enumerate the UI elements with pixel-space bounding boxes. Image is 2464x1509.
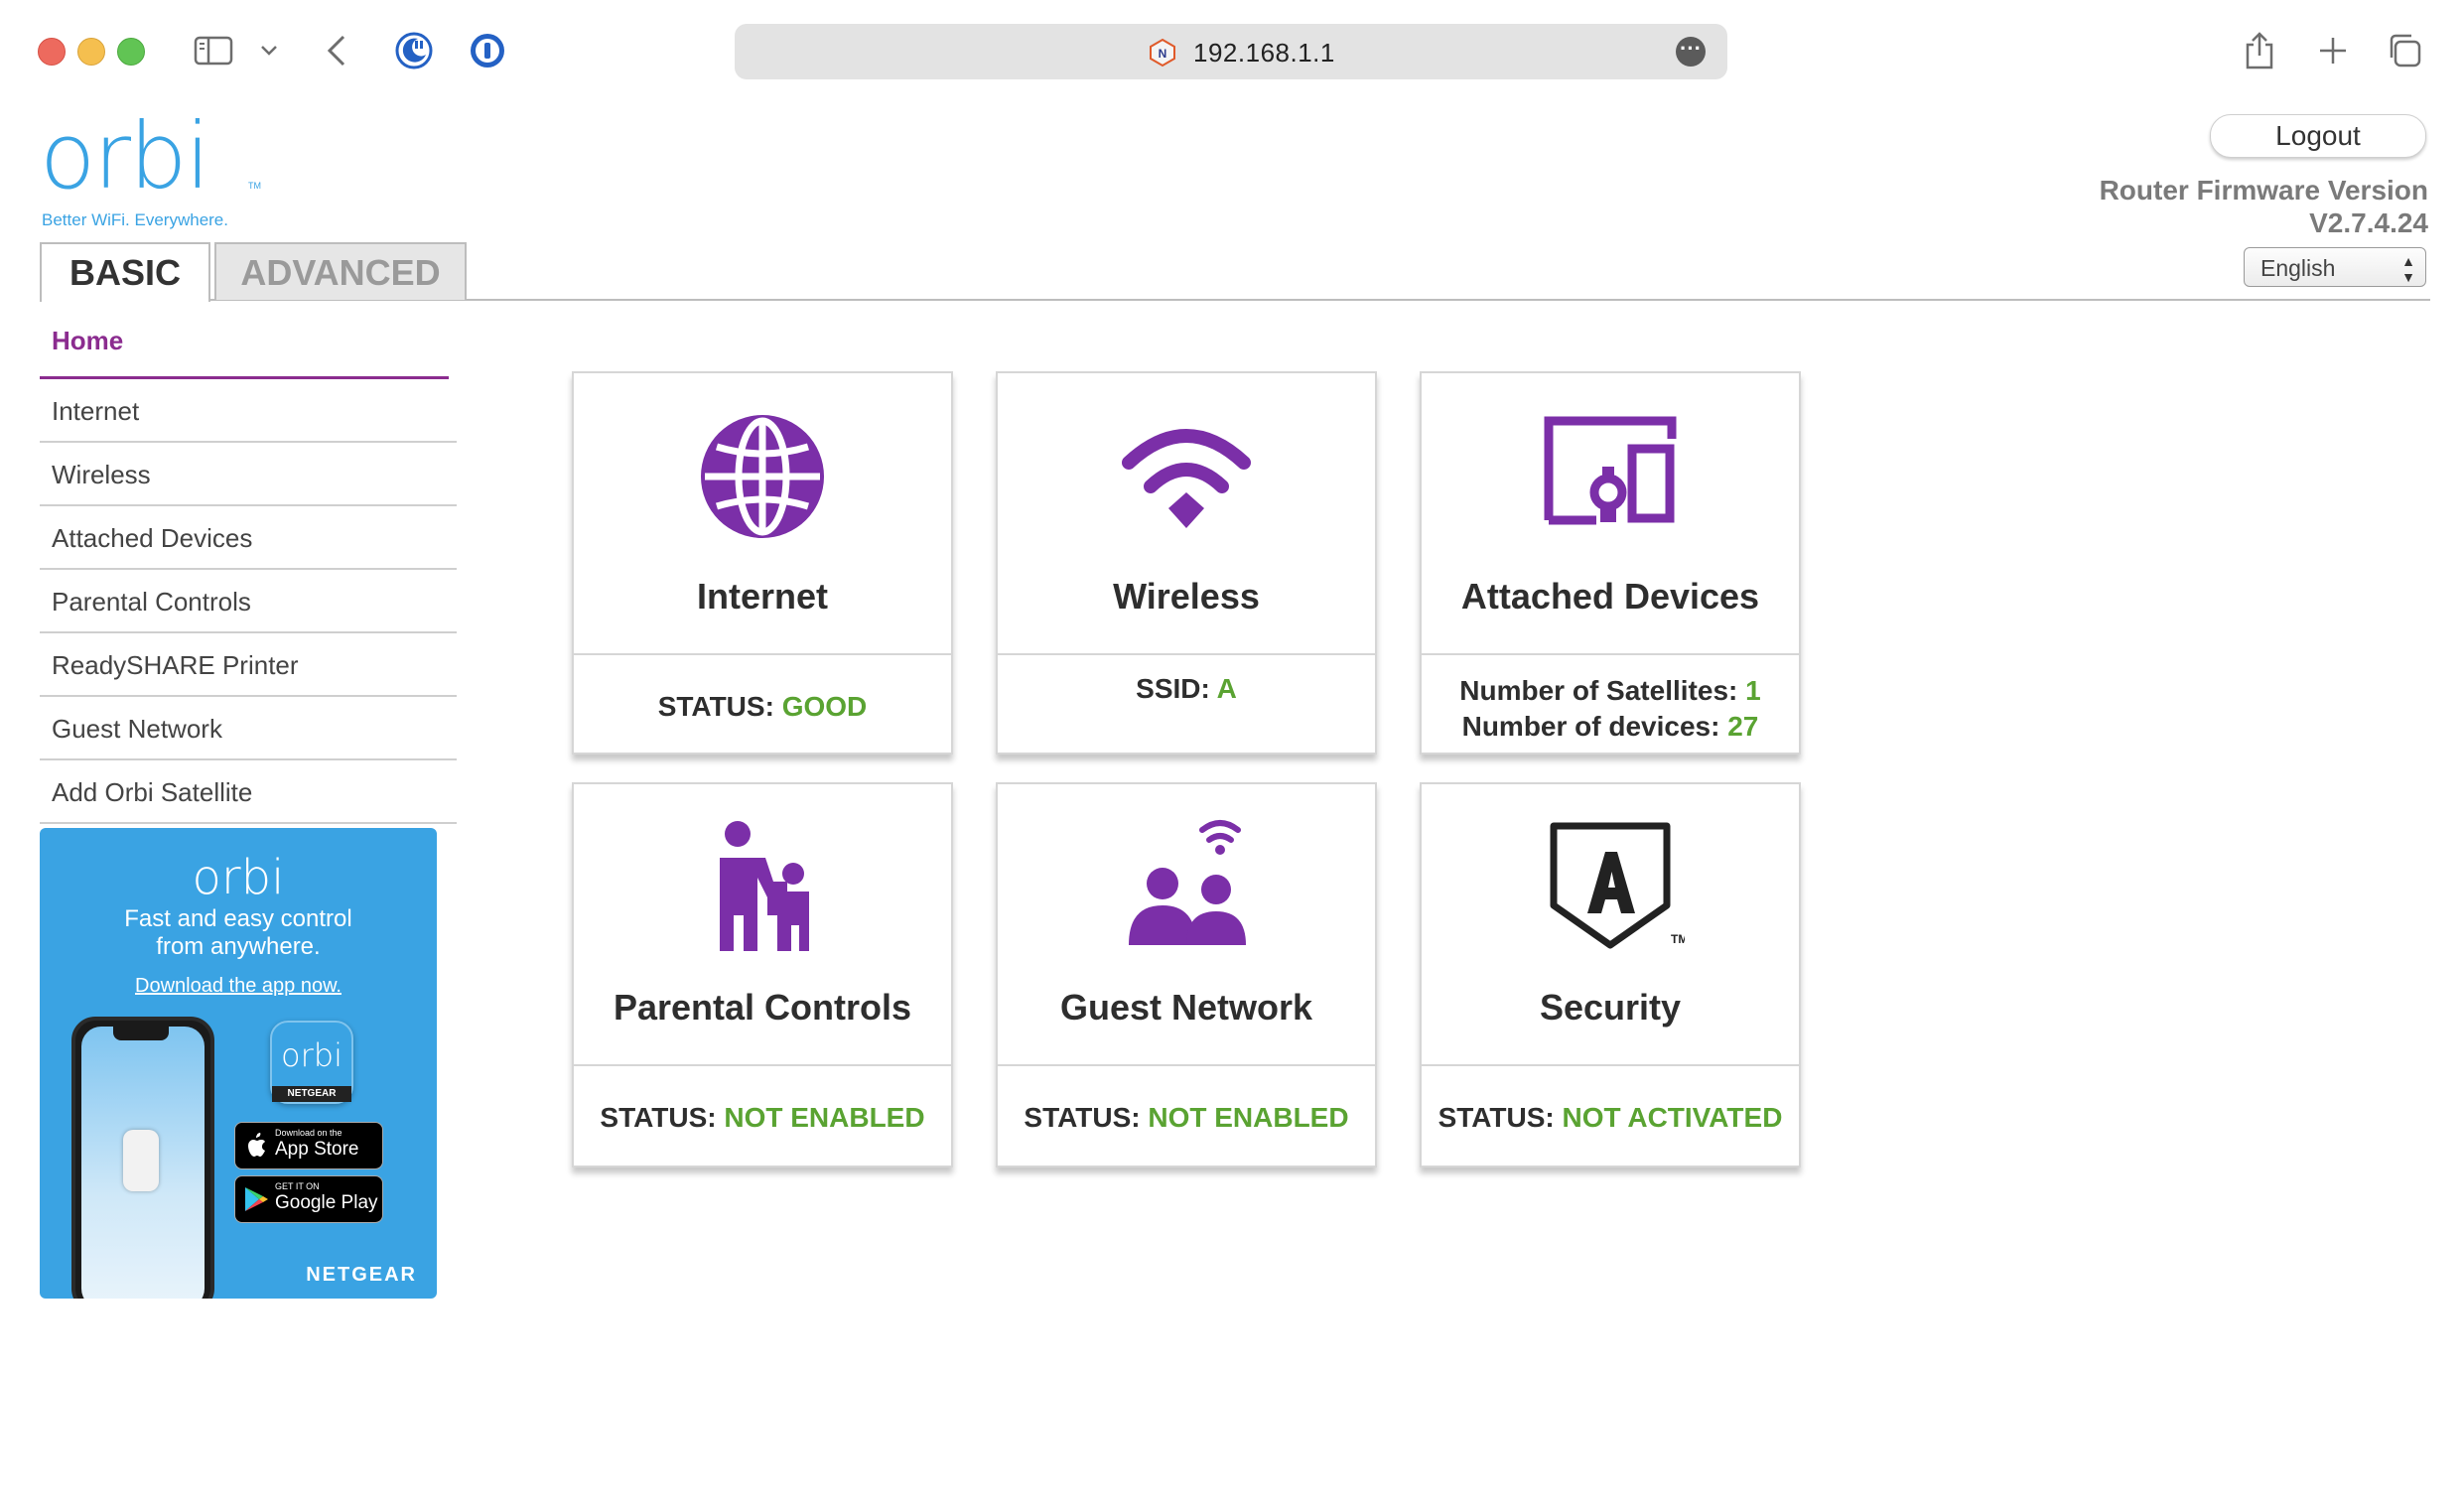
app-icon-text: orbi	[281, 1036, 342, 1074]
app-store-big-text: App Store	[275, 1139, 359, 1160]
card-attached-devices[interactable]: Attached Devices Number of Satellites: 1…	[1420, 371, 1801, 754]
new-tab-plus-icon[interactable]	[2313, 30, 2353, 71]
firmware-version: V2.7.4.24	[2309, 207, 2428, 238]
logo-text: orbi	[40, 103, 210, 209]
card-title-internet: Internet	[696, 576, 828, 617]
wireless-ssid: SSID: A	[998, 655, 1375, 754]
sidebar-toggle-icon[interactable]	[191, 30, 236, 71]
globe-icon	[574, 409, 951, 549]
apple-icon	[248, 1133, 265, 1157]
satellites-value: 1	[1745, 675, 1761, 706]
back-arrow-icon[interactable]	[320, 30, 353, 71]
devices-label: Number of devices:	[1461, 711, 1720, 742]
more-options-icon[interactable]: ···	[1676, 37, 1706, 67]
status-value: NOT ACTIVATED	[1562, 1102, 1783, 1133]
sidebar-item-home[interactable]: Home	[40, 316, 449, 379]
chevron-down-icon[interactable]	[256, 30, 282, 71]
card-title-wireless: Wireless	[1113, 576, 1260, 617]
url-text: 192.168.1.1	[1193, 38, 1335, 68]
sidebar-item-wireless[interactable]: Wireless	[40, 443, 457, 506]
promo-line-2: from anywhere.	[156, 933, 321, 960]
logout-button[interactable]: Logout	[2210, 114, 2426, 158]
google-play-small-text: GET IT ON	[275, 1181, 320, 1191]
card-title-attached-devices: Attached Devices	[1460, 576, 1760, 617]
devices-icon	[1422, 409, 1799, 549]
status-value: NOT ENABLED	[724, 1102, 925, 1133]
tab-advanced[interactable]: ADVANCED	[214, 242, 467, 300]
language-value: English	[2260, 255, 2336, 281]
select-arrows-icon: ▲ ▼	[2401, 253, 2415, 285]
phone-image	[71, 1017, 214, 1299]
guest-status: STATUS: NOT ENABLED	[998, 1066, 1375, 1166]
internet-status: STATUS: GOOD	[574, 655, 951, 754]
card-parental-controls[interactable]: Parental Controls STATUS: NOT ENABLED	[572, 782, 953, 1167]
satellites-label: Number of Satellites:	[1459, 675, 1738, 706]
tab-basic[interactable]: BASIC	[40, 242, 210, 302]
promo-logo: orbi	[192, 850, 285, 905]
tagline: Better WiFi. Everywhere.	[42, 210, 228, 229]
status-label: STATUS:	[1024, 1102, 1141, 1133]
promo-line-1: Fast and easy control	[124, 905, 352, 932]
address-bar[interactable]: N 192.168.1.1 ···	[735, 24, 1727, 79]
app-store-small-text: Download on the	[275, 1128, 342, 1138]
attached-counts: Number of Satellites: 1 Number of device…	[1422, 655, 1799, 754]
wifi-icon	[998, 409, 1375, 549]
download-app-link[interactable]: Download the app now.	[40, 975, 437, 998]
sidebar-item-internet[interactable]: Internet	[40, 379, 457, 443]
ssid-label: SSID:	[1136, 673, 1210, 704]
google-play-icon	[245, 1187, 268, 1211]
svg-text:TM: TM	[1671, 932, 1685, 946]
google-play-button[interactable]: GET IT ON Google Play	[234, 1175, 383, 1223]
password-manager-icon[interactable]	[467, 30, 508, 71]
minimize-window-button[interactable]	[77, 38, 105, 66]
armor-shield-icon: TM	[1422, 818, 1799, 962]
sidebar-item-guest-network[interactable]: Guest Network	[40, 697, 457, 760]
app-icon-brand: NETGEAR	[272, 1086, 351, 1102]
app-store-button[interactable]: Download on the App Store	[234, 1122, 383, 1169]
share-icon[interactable]	[2240, 30, 2279, 71]
devices-value: 27	[1727, 711, 1759, 742]
security-status: STATUS: NOT ACTIVATED	[1422, 1066, 1799, 1166]
status-label: STATUS:	[657, 691, 774, 722]
sidebar-item-attached-devices[interactable]: Attached Devices	[40, 506, 457, 570]
sidebar-item-readyshare-printer[interactable]: ReadySHARE Printer	[40, 633, 457, 697]
card-title-parental-controls: Parental Controls	[613, 987, 912, 1028]
sidebar-nav: Home Internet Wireless Attached Devices …	[40, 316, 457, 824]
card-title-security: Security	[1539, 987, 1682, 1028]
orbi-app-promo[interactable]: orbi Fast and easy control from anywhere…	[40, 828, 437, 1299]
status-value: NOT ENABLED	[1148, 1102, 1349, 1133]
status-value: GOOD	[781, 691, 868, 722]
parent-child-icon	[574, 818, 951, 962]
language-select[interactable]: English ▲ ▼	[2244, 247, 2426, 287]
orbi-app-icon: orbi NETGEAR	[270, 1021, 353, 1104]
svg-text:N: N	[1159, 47, 1167, 61]
card-wireless[interactable]: Wireless SSID: A	[996, 371, 1377, 754]
firmware-label: Router Firmware Version	[2099, 175, 2428, 206]
card-internet[interactable]: Internet STATUS: GOOD	[572, 371, 953, 754]
site-favicon-icon: N	[1148, 38, 1177, 72]
sidebar-item-parental-controls[interactable]: Parental Controls	[40, 570, 457, 633]
close-window-button[interactable]	[38, 38, 66, 66]
orbi-logo: orbi TM	[40, 103, 261, 209]
extension-moon-icon[interactable]	[393, 30, 435, 71]
browser-toolbar: N 192.168.1.1 ···	[0, 0, 2464, 103]
google-play-big-text: Google Play	[275, 1192, 378, 1213]
tab-overview-icon[interactable]	[2385, 30, 2424, 71]
ssid-value: A	[1216, 673, 1237, 704]
logo-trademark: TM	[248, 181, 261, 191]
netgear-brand: NETGEAR	[306, 1264, 417, 1286]
status-label: STATUS:	[600, 1102, 717, 1133]
sidebar-item-add-orbi-satellite[interactable]: Add Orbi Satellite	[40, 760, 457, 824]
zoom-window-button[interactable]	[117, 38, 145, 66]
guest-network-icon	[998, 818, 1375, 962]
card-guest-network[interactable]: Guest Network STATUS: NOT ENABLED	[996, 782, 1377, 1167]
card-security[interactable]: TM Security STATUS: NOT ACTIVATED	[1420, 782, 1801, 1167]
status-label: STATUS:	[1437, 1102, 1555, 1133]
parental-status: STATUS: NOT ENABLED	[574, 1066, 951, 1166]
card-title-guest-network: Guest Network	[1059, 987, 1313, 1028]
